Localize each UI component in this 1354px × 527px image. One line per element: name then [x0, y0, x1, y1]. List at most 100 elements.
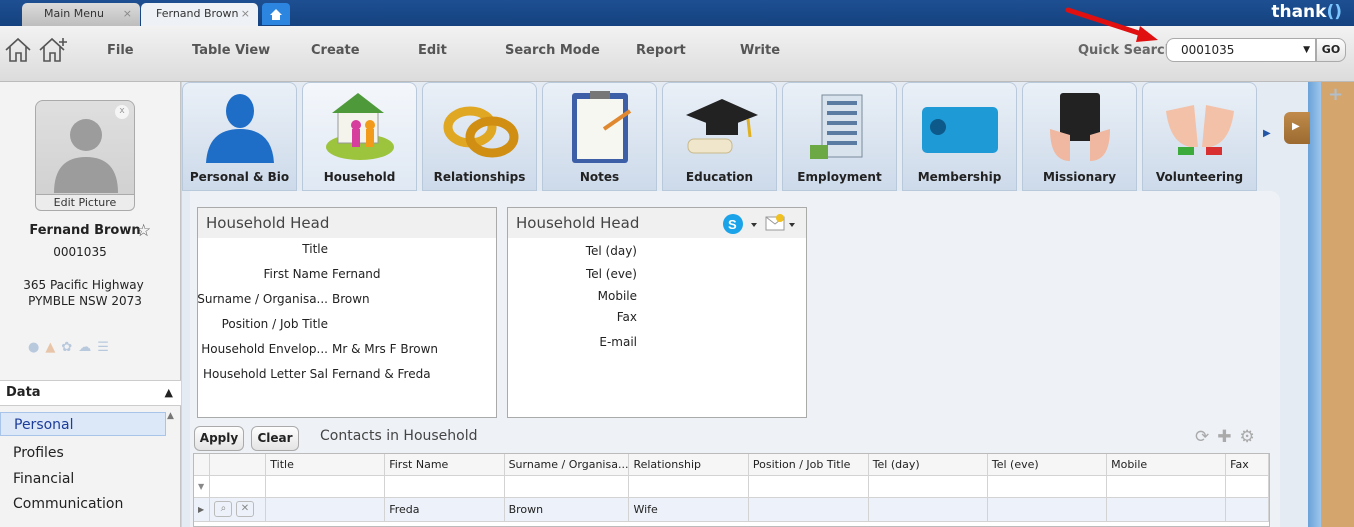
cell-tel-eve[interactable] — [987, 497, 1108, 522]
column-header-position[interactable]: Position / Job Title — [748, 454, 869, 476]
field-value[interactable]: Brown — [332, 292, 370, 306]
cell-surname[interactable]: Brown — [504, 497, 630, 522]
column-header-surname[interactable]: Surname / Organisa... — [504, 454, 630, 476]
tab-fernand-brown[interactable]: Fernand Brown × — [141, 3, 258, 26]
filter-cell[interactable] — [868, 475, 988, 498]
tab-household[interactable]: Household — [302, 82, 417, 191]
field-label: Tel (eve) — [585, 267, 637, 281]
cell-fax[interactable] — [1225, 497, 1269, 522]
chevron-up-icon[interactable]: ▲ — [165, 381, 173, 405]
tab-volunteering[interactable]: Volunteering — [1142, 82, 1257, 191]
add-note-icon[interactable]: + — [1328, 84, 1343, 105]
filter-cell[interactable] — [1225, 475, 1269, 498]
magnifier-icon[interactable]: ⌕ — [214, 501, 233, 517]
column-header-first-name[interactable]: First Name — [384, 454, 505, 476]
sidebar-item-financial[interactable]: Financial — [0, 467, 166, 491]
tab-notes[interactable]: Notes — [542, 82, 657, 191]
favorite-star-icon[interactable]: ☆ — [136, 221, 151, 241]
status-icons-row: ●▲✿☁☰ — [28, 340, 115, 355]
filter-cell[interactable] — [265, 475, 386, 498]
expand-arrow-icon: ▶ — [1292, 121, 1300, 132]
tab-label: Relationships — [433, 170, 526, 184]
main-area: Personal & Bio Household Relationships N… — [182, 82, 1308, 527]
person-status-icon[interactable]: ● — [28, 340, 45, 355]
rings-icon — [443, 106, 519, 158]
field-value[interactable]: Fernand — [332, 267, 381, 281]
column-header-title[interactable]: Title — [265, 454, 386, 476]
clear-button[interactable]: Clear — [251, 426, 299, 451]
remove-photo-icon[interactable]: x — [115, 105, 129, 119]
column-header-relationship[interactable]: Relationship — [628, 454, 749, 476]
corkboard-edge — [1308, 82, 1321, 527]
quick-search-value: 0001035 — [1181, 43, 1235, 57]
cell-title[interactable] — [265, 497, 386, 522]
close-tab-icon[interactable]: × — [241, 3, 250, 25]
tab-membership[interactable]: Membership — [902, 82, 1017, 191]
apply-button[interactable]: Apply — [194, 426, 244, 451]
field-label: E-mail — [599, 335, 637, 349]
new-tab-home-button[interactable] — [262, 3, 290, 25]
quick-search-input[interactable]: 0001035 ▼ — [1166, 38, 1316, 62]
menu-write[interactable]: Write — [740, 43, 780, 58]
cell-relationship[interactable]: Wife — [628, 497, 749, 522]
group-icon[interactable]: ☰ — [97, 340, 115, 355]
menu-file[interactable]: File — [107, 43, 134, 58]
filter-cell[interactable] — [1106, 475, 1227, 498]
filter-cell[interactable] — [987, 475, 1108, 498]
filter-icon[interactable]: ▼ — [194, 475, 211, 498]
corkboard-toggle[interactable]: ▶ — [1284, 112, 1310, 144]
sidebar-item-profiles[interactable]: Profiles — [0, 441, 166, 465]
data-section-header[interactable]: Data ▲ — [0, 380, 181, 406]
cell-tel-day[interactable] — [868, 497, 988, 522]
filter-cell[interactable] — [748, 475, 869, 498]
more-tabs-arrow-icon[interactable]: ▶ — [1263, 128, 1271, 139]
field-label: First Name — [263, 267, 328, 281]
field-value[interactable]: Fernand & Freda — [332, 367, 431, 381]
menu-search-mode[interactable]: Search Mode — [505, 43, 600, 58]
add-icon[interactable]: ✚ — [1217, 427, 1239, 447]
skype-icon[interactable]: S — [722, 213, 802, 235]
go-button[interactable]: GO — [1316, 38, 1346, 62]
filter-cell[interactable] — [209, 475, 267, 498]
column-header-tel-day[interactable]: Tel (day) — [868, 454, 988, 476]
home-icon[interactable] — [4, 36, 32, 64]
sidebar-item-personal[interactable]: Personal — [0, 412, 166, 436]
tab-education[interactable]: Education — [662, 82, 777, 191]
annotation-arrow-icon — [1065, 7, 1158, 42]
tab-personal-bio[interactable]: Personal & Bio — [182, 82, 297, 191]
settings-gear-icon[interactable]: ⚙ — [1240, 427, 1263, 447]
handshake-icon[interactable]: ☁ — [78, 340, 97, 355]
add-home-icon[interactable] — [38, 36, 70, 64]
menu-table-view[interactable]: Table View — [192, 43, 270, 58]
menu-edit[interactable]: Edit — [418, 43, 447, 58]
warning-icon[interactable]: ▲ — [45, 340, 61, 355]
tab-relationships[interactable]: Relationships — [422, 82, 537, 191]
filter-cell[interactable] — [504, 475, 630, 498]
scroll-up-icon[interactable]: ▲ — [167, 411, 174, 421]
column-header-mobile[interactable]: Mobile — [1106, 454, 1227, 476]
tab-main-menu[interactable]: Main Menu × — [22, 3, 140, 26]
close-tab-icon[interactable]: × — [123, 3, 132, 25]
cell-first-name[interactable]: Freda — [384, 497, 505, 522]
bible-hands-icon — [1050, 93, 1110, 161]
cell-mobile[interactable] — [1106, 497, 1227, 522]
filter-cell[interactable] — [384, 475, 505, 498]
refresh-icon[interactable]: ⟳ — [1195, 427, 1217, 447]
sidebar-item-communication[interactable]: Communication — [0, 492, 166, 516]
field-label: Fax — [616, 310, 637, 324]
tag-icon[interactable]: ✿ — [61, 340, 78, 355]
tab-employment[interactable]: Employment — [782, 82, 897, 191]
field-value[interactable]: Mr & Mrs F Brown — [332, 342, 438, 356]
edit-picture-button[interactable]: Edit Picture — [35, 194, 135, 211]
tab-missionary[interactable]: Missionary — [1022, 82, 1137, 191]
column-header-tel-eve[interactable]: Tel (eve) — [987, 454, 1108, 476]
table-row[interactable]: ▶ ⌕ ✕ Freda Brown Wife — [194, 497, 1269, 522]
column-header-fax[interactable]: Fax — [1225, 454, 1269, 476]
delete-row-icon[interactable]: ✕ — [235, 501, 254, 517]
menu-create[interactable]: Create — [311, 43, 360, 58]
menu-report[interactable]: Report — [636, 43, 686, 58]
filter-cell[interactable] — [628, 475, 749, 498]
chevron-down-icon[interactable]: ▼ — [1303, 39, 1310, 61]
cell-position[interactable] — [748, 497, 869, 522]
row-expand-icon[interactable]: ▶ — [194, 497, 211, 522]
